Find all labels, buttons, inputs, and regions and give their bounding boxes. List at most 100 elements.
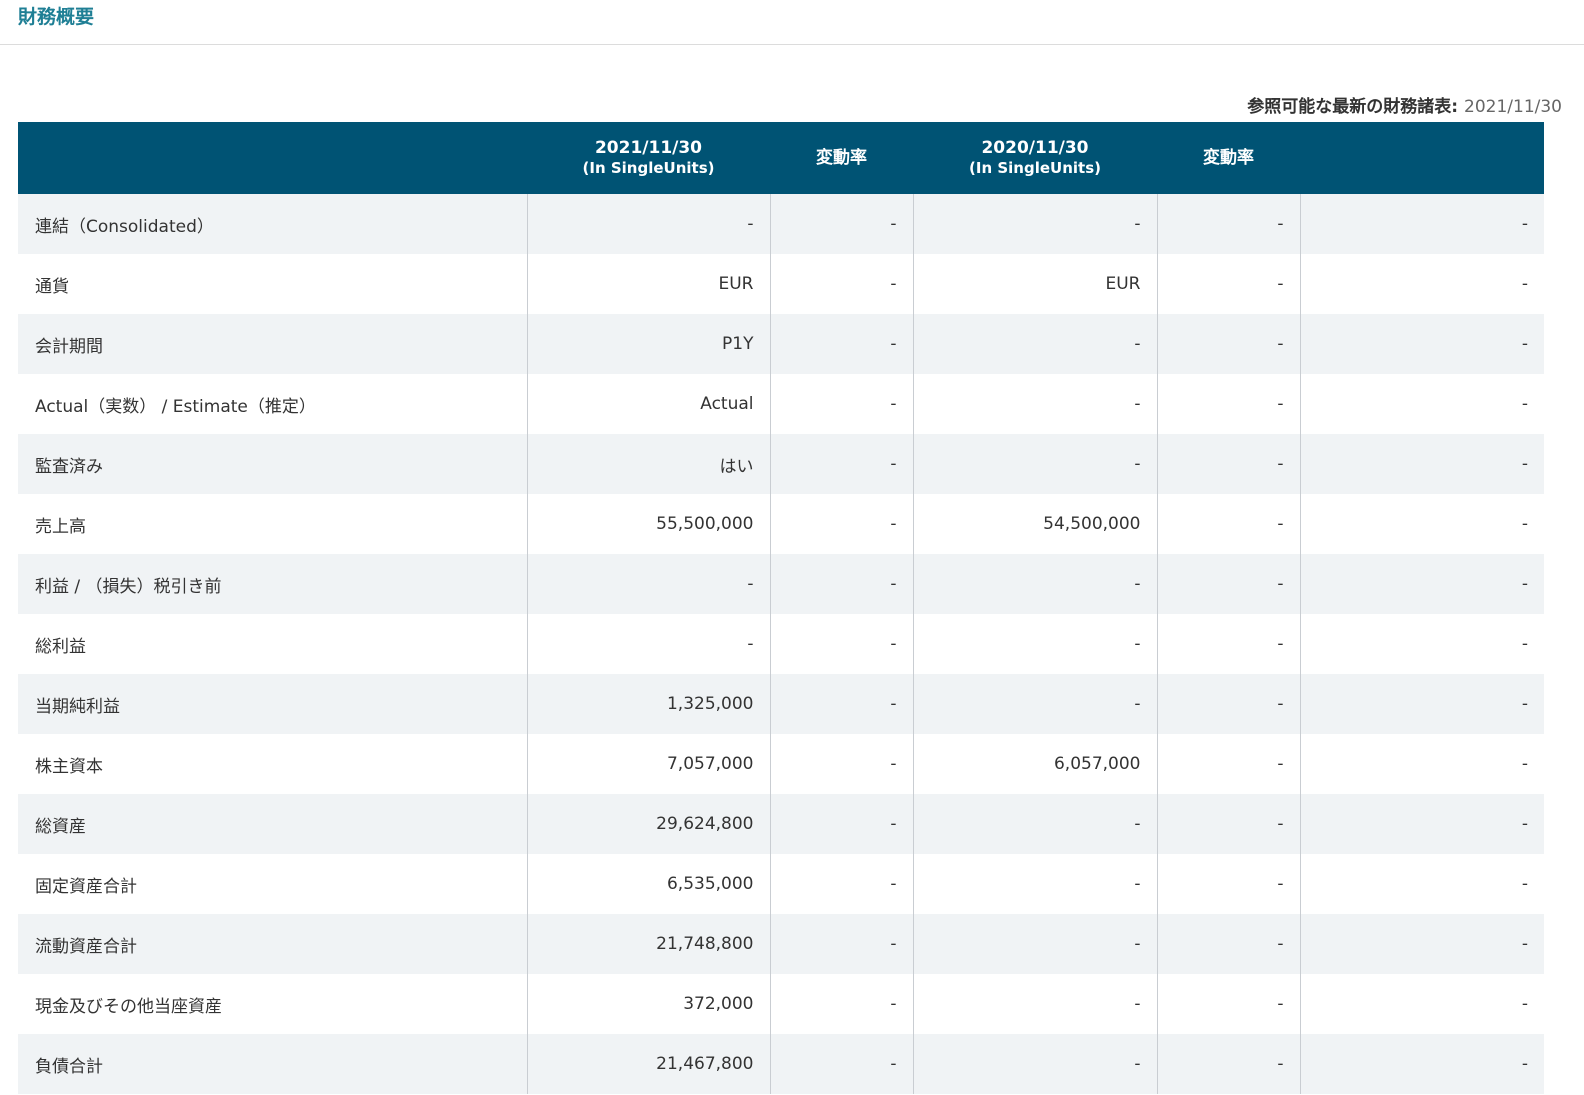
row-label: 利益 / （損失）税引き前: [18, 554, 527, 614]
table-row: 総利益 - - - - -: [18, 614, 1544, 674]
row-value-cell: 54,500,000: [912, 494, 1157, 554]
row-value-cell: -: [769, 914, 913, 974]
financial-summary-table: 2021/11/30 (In SingleUnits) 変動率 2020/11/…: [18, 122, 1544, 1094]
row-value-cell: 21,748,800: [526, 914, 770, 974]
row-label: Actual（実数） / Estimate（推定）: [18, 374, 527, 434]
row-value-cell: 372,000: [526, 974, 770, 1034]
header-cell-label: [18, 122, 527, 194]
row-value-cell: -: [1156, 1034, 1300, 1094]
row-value-cell: -: [1156, 494, 1300, 554]
header-cell-empty: [1300, 122, 1544, 194]
row-value-cell: -: [1299, 314, 1544, 374]
row-value-cell: -: [1156, 674, 1300, 734]
row-value-cell: 7,057,000: [526, 734, 770, 794]
row-value-cell: -: [769, 1034, 913, 1094]
header-units: (In SingleUnits): [582, 159, 715, 177]
row-value-cell: -: [769, 194, 913, 254]
row-value-cell: -: [912, 374, 1157, 434]
row-label: 売上高: [18, 494, 527, 554]
row-value-cell: -: [1299, 1034, 1544, 1094]
table-row: 会計期間 P1Y - - - -: [18, 314, 1544, 374]
row-value-cell: -: [1156, 914, 1300, 974]
row-value-cell: -: [1299, 434, 1544, 494]
row-value-cell: はい: [526, 434, 770, 494]
row-value-cell: -: [1156, 374, 1300, 434]
row-value-cell: -: [912, 314, 1157, 374]
row-value-cell: -: [912, 794, 1157, 854]
table-row: 現金及びその他当座資産 372,000- - - -: [18, 974, 1544, 1034]
table-row: 当期純利益 1,325,000- - - -: [18, 674, 1544, 734]
latest-statement-label: 参照可能な最新の財務諸表:: [1247, 97, 1459, 117]
row-value-cell: -: [912, 974, 1157, 1034]
row-value-cell: -: [1299, 494, 1544, 554]
section-header: 財務概要: [0, 0, 1584, 45]
row-value-cell: EUR: [526, 254, 770, 314]
row-value-cell: 21,467,800: [526, 1034, 770, 1094]
row-value-cell: -: [769, 794, 913, 854]
row-value-cell: -: [1156, 254, 1300, 314]
table-row: 固定資産合計 6,535,000- - - -: [18, 854, 1544, 914]
row-value-cell: -: [1299, 374, 1544, 434]
table-row: 総資産 29,624,800- - - -: [18, 794, 1544, 854]
row-label: 会計期間: [18, 314, 527, 374]
row-value-cell: -: [1156, 434, 1300, 494]
header-cell-period-2020: 2020/11/30 (In SingleUnits): [913, 122, 1157, 194]
row-value-cell: Actual: [526, 374, 770, 434]
row-value-cell: -: [912, 194, 1157, 254]
row-value-cell: -: [1156, 614, 1300, 674]
row-value-cell: -: [912, 614, 1157, 674]
row-value-cell: -: [769, 494, 913, 554]
row-value-cell: -: [769, 974, 913, 1034]
row-value-cell: -: [912, 854, 1157, 914]
row-value-cell: -: [912, 1034, 1157, 1094]
row-label: 当期純利益: [18, 674, 527, 734]
row-value-cell: -: [1299, 674, 1544, 734]
row-value-cell: -: [769, 434, 913, 494]
row-value-cell: -: [1299, 734, 1544, 794]
row-value-cell: -: [526, 194, 770, 254]
row-value-cell: -: [769, 854, 913, 914]
row-value-cell: -: [1156, 194, 1300, 254]
row-value-cell: -: [769, 314, 913, 374]
table-row: 流動資産合計 21,748,800- - - -: [18, 914, 1544, 974]
row-value-cell: -: [769, 554, 913, 614]
row-label: 負債合計: [18, 1034, 527, 1094]
header-cell-period-2021: 2021/11/30 (In SingleUnits): [527, 122, 770, 194]
latest-statement-date: 2021/11/30: [1464, 97, 1562, 117]
row-value-cell: -: [769, 374, 913, 434]
row-value-cell: -: [769, 254, 913, 314]
table-row: 連結（Consolidated） - - - - -: [18, 194, 1544, 254]
header-units: (In SingleUnits): [969, 159, 1101, 177]
row-value-cell: -: [769, 614, 913, 674]
table-body: 連結（Consolidated） - - - - - 通貨 EUR - EUR - - 会計期間 P1Y -…: [18, 194, 1544, 1094]
row-value-cell: -: [912, 914, 1157, 974]
row-value-cell: P1Y: [526, 314, 770, 374]
row-value-cell: 1,325,000: [526, 674, 770, 734]
table-row: Actual（実数） / Estimate（推定） Actual - - - -: [18, 374, 1544, 434]
row-value-cell: -: [1299, 194, 1544, 254]
row-value-cell: -: [526, 614, 770, 674]
row-value-cell: -: [1156, 854, 1300, 914]
row-value-cell: 6,057,000: [912, 734, 1157, 794]
row-value-cell: -: [1299, 614, 1544, 674]
table-row: 通貨 EUR - EUR - -: [18, 254, 1544, 314]
table-row: 負債合計 21,467,800- - - -: [18, 1034, 1544, 1094]
table-header: 2021/11/30 (In SingleUnits) 変動率 2020/11/…: [18, 122, 1544, 194]
row-value-cell: -: [1299, 854, 1544, 914]
table-row: 売上高 55,500,000-54,500,000- -: [18, 494, 1544, 554]
header-cell-change-rate-2: 変動率: [1157, 122, 1300, 194]
table-row: 監査済み はい - - - -: [18, 434, 1544, 494]
row-value-cell: -: [526, 554, 770, 614]
row-value-cell: 55,500,000: [526, 494, 770, 554]
header-date: 2021/11/30: [594, 138, 703, 158]
row-label: 監査済み: [18, 434, 527, 494]
row-value-cell: 6,535,000: [526, 854, 770, 914]
row-value-cell: -: [1299, 794, 1544, 854]
header-row: 2021/11/30 (In SingleUnits) 変動率 2020/11/…: [18, 122, 1544, 194]
row-label: 総利益: [18, 614, 527, 674]
row-value-cell: -: [1156, 734, 1300, 794]
row-value-cell: -: [912, 554, 1157, 614]
row-value-cell: -: [912, 674, 1157, 734]
header-change-rate: 変動率: [1203, 148, 1254, 168]
row-value-cell: -: [1299, 554, 1544, 614]
